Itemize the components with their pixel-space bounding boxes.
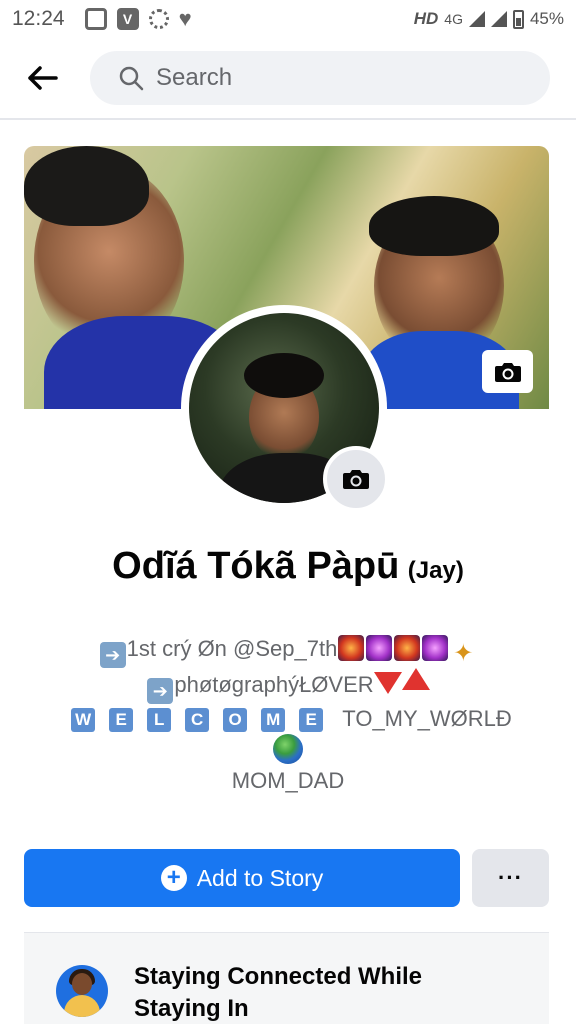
red-triangle-down-icon xyxy=(373,672,402,694)
staying-connected-card[interactable]: Staying Connected While Staying In xyxy=(24,932,549,1024)
add-to-story-label: Add to Story xyxy=(196,864,324,891)
battery-percent: 45% xyxy=(529,9,564,28)
profile-nickname: (Jay) xyxy=(407,557,464,584)
search-placeholder: Search xyxy=(156,64,233,91)
plus-circle-icon: + xyxy=(160,865,187,891)
globe-emoji-icon xyxy=(273,734,303,764)
card-illustration-body xyxy=(64,995,100,1017)
card-title: Staying Connected While Staying In xyxy=(134,963,423,1022)
welcome-letter: E xyxy=(109,708,134,732)
welcome-letter: E xyxy=(299,708,324,732)
bio-line-5: MOM_DAD xyxy=(231,768,345,793)
welcome-letter: M xyxy=(261,708,286,732)
arrow-right-emoji-icon-2: ➔ xyxy=(147,678,174,704)
party-popper-emoji-icon: ✦ xyxy=(453,640,474,667)
cover-hair-right xyxy=(369,196,499,256)
search-icon xyxy=(119,66,144,91)
status-left-icons: V ♥ xyxy=(84,6,192,31)
network-type: 4G xyxy=(444,11,463,27)
bio-line-3: WELCOME TO_MY_WØRLĐ xyxy=(0,704,576,734)
welcome-letter: C xyxy=(185,708,210,732)
fireworks-emoji-icon-2 xyxy=(394,635,421,661)
status-bar: 12:24 V ♥ HD 4G 45% xyxy=(0,0,576,38)
welcome-letter: L xyxy=(147,708,172,732)
signal-icon xyxy=(468,11,485,27)
welcome-letter: O xyxy=(223,708,248,732)
arrow-right-emoji-icon: ➔ xyxy=(99,642,126,668)
heart-icon: ♥ xyxy=(178,6,192,31)
vpn-v-icon: V xyxy=(116,8,139,30)
profile-name-row: Odĩá Tókã Pàpū (Jay) xyxy=(0,545,576,588)
camera-icon xyxy=(494,362,521,382)
red-triangle-up-icon xyxy=(401,668,430,690)
welcome-letter: W xyxy=(71,708,96,732)
fireworks-emoji-icon xyxy=(338,635,365,661)
status-right: HD 4G 45% xyxy=(414,9,564,29)
more-dots-icon: ··· xyxy=(498,865,523,890)
bio-line-3-text: TO_MY_WØRLĐ xyxy=(342,706,512,731)
bio-line-4 xyxy=(0,734,576,766)
card-illustration-icon xyxy=(56,965,108,1017)
arrow-left-icon xyxy=(28,66,58,90)
top-header: Search xyxy=(0,38,576,120)
battery-icon xyxy=(512,9,524,29)
add-to-story-button[interactable]: + Add to Story xyxy=(24,849,460,907)
bio-line-1: ➔ 1st crý Øn @Sep_7th ✦ xyxy=(0,634,576,668)
camera-icon xyxy=(343,470,369,489)
hd-indicator: HD xyxy=(413,9,439,28)
cover-hair-left xyxy=(24,146,149,226)
card-illustration-head xyxy=(72,973,92,995)
edit-avatar-button[interactable] xyxy=(323,446,389,512)
status-time: 12:24 xyxy=(12,7,65,30)
bio-line-2-text: phøtøgraphýŁØVER xyxy=(174,672,374,697)
sync-ring-icon xyxy=(148,9,169,29)
avatar-hair xyxy=(244,353,324,398)
more-options-button[interactable]: ··· xyxy=(472,849,549,907)
search-input[interactable]: Search xyxy=(90,51,550,105)
back-button[interactable] xyxy=(8,48,78,108)
screen-recorder-icon xyxy=(84,8,107,30)
bio-line-2: ➔ phøtøgraphýŁØVER xyxy=(0,668,576,704)
sparkler-emoji-icon-2 xyxy=(422,635,449,661)
profile-bio: ➔ 1st crý Øn @Sep_7th ✦ ➔ phøtøgraphýŁØVER … xyxy=(0,634,576,796)
edit-cover-button[interactable] xyxy=(482,350,533,393)
bio-line-1-text: 1st crý Øn @Sep_7th xyxy=(126,636,338,661)
sparkler-emoji-icon xyxy=(366,635,393,661)
signal-icon-2 xyxy=(490,11,507,27)
profile-name: Odĩá Tókã Pàpū xyxy=(112,545,400,587)
